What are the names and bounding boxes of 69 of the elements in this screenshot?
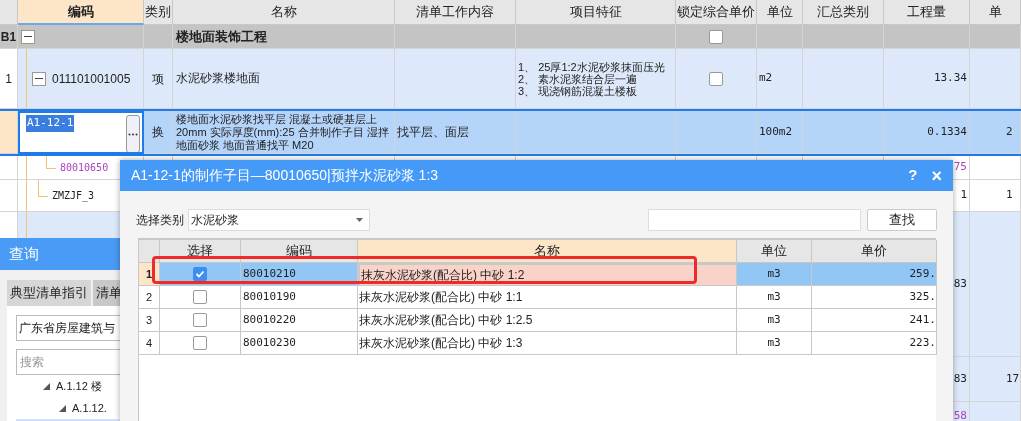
material-code: 80010650: [60, 161, 109, 175]
table-cell: 100m2: [757, 111, 803, 154]
checkbox[interactable]: [193, 267, 207, 281]
corner-cell: [0, 0, 18, 25]
checkbox[interactable]: [709, 29, 723, 44]
row-header: 3: [139, 309, 160, 332]
column-header[interactable]: 单: [970, 0, 1021, 25]
collapse-toggle[interactable]: [32, 71, 46, 86]
expand-arrow-icon[interactable]: [58, 404, 66, 412]
category-label: 选择类别: [136, 212, 184, 229]
column-header[interactable]: 单价: [812, 240, 937, 263]
table-cell[interactable]: 抹灰水泥砂浆(配合比) 中砂 1:3: [358, 332, 737, 355]
table-cell[interactable]: m3: [737, 332, 812, 355]
checkbox[interactable]: [193, 290, 207, 304]
column-header[interactable]: 类别: [144, 0, 173, 25]
table-cell: 楼地面水泥砂浆找平层 混凝土或硬基层上 20mm 实际厚度(mm):25 合并制作子目 湿拌地面砂浆 地面普通找平 M20: [173, 111, 395, 154]
table-cell[interactable]: [160, 332, 241, 355]
column-header[interactable]: 项目特征: [516, 0, 676, 25]
row-header: 1: [0, 49, 18, 109]
checkbox[interactable]: [193, 313, 207, 327]
row-header: 2: [139, 286, 160, 309]
dialog-title: A1-12-1的制作子目—80010650|预拌水泥砂浆 1:3: [131, 166, 440, 185]
table-cell[interactable]: m3: [737, 309, 812, 332]
checkbox[interactable]: [193, 336, 207, 350]
table-cell[interactable]: 223.: [812, 332, 937, 355]
table-cell[interactable]: 80010230: [241, 332, 358, 355]
column-header[interactable]: 名称: [173, 0, 395, 25]
selected-text: A1-12-1: [26, 115, 75, 132]
panel-tab[interactable]: 典型清单指引: [7, 280, 91, 306]
table-cell[interactable]: 241.: [812, 309, 937, 332]
table-cell[interactable]: 80010220: [241, 309, 358, 332]
checkbox[interactable]: [709, 71, 723, 86]
table-cell[interactable]: m3: [737, 263, 812, 286]
column-header[interactable]: 清单工作内容: [395, 0, 516, 25]
table-cell[interactable]: [160, 309, 241, 332]
find-field[interactable]: [648, 209, 861, 231]
more-icon: [128, 132, 138, 136]
table-cell[interactable]: 325.: [812, 286, 937, 309]
category-dropdown[interactable]: 水泥砂浆: [188, 209, 370, 231]
table-cell[interactable]: m3: [737, 286, 812, 309]
more-button[interactable]: [126, 115, 140, 152]
checkmark-icon: [195, 269, 205, 279]
column-header[interactable]: 单位: [757, 0, 803, 25]
column-header[interactable]: 工程量: [884, 0, 970, 25]
table-cell: 找平层、面层: [395, 111, 516, 154]
tree-item[interactable]: A.1.12.: [72, 399, 107, 417]
table-cell[interactable]: [160, 286, 241, 309]
code-field[interactable]: A1-12-1: [18, 111, 144, 154]
find-button[interactable]: 查找: [867, 209, 937, 231]
material-code: ZMZJF_3: [52, 189, 95, 203]
table-cell[interactable]: 259.: [812, 263, 937, 286]
table-cell: 换: [144, 111, 173, 154]
table-cell: 2: [970, 111, 1021, 154]
collapse-toggle[interactable]: [21, 29, 35, 44]
item-code: 011101001005: [52, 70, 131, 88]
column-header[interactable]: 汇总类别: [803, 0, 884, 25]
row-header: [0, 111, 18, 154]
table-cell[interactable]: 80010190: [241, 286, 358, 309]
column-header[interactable]: 锁定综合单价: [676, 0, 757, 25]
column-header[interactable]: 单位: [737, 240, 812, 263]
caret-icon: [356, 218, 363, 222]
expand-arrow-icon[interactable]: [42, 382, 50, 390]
table-cell: 0.1334: [884, 111, 970, 154]
table-cell[interactable]: 抹灰水泥砂浆(配合比) 中砂 1:2.5: [358, 309, 737, 332]
column-header[interactable]: 编码: [18, 0, 144, 25]
row-header: 4: [139, 332, 160, 355]
table-cell[interactable]: 抹灰水泥砂浆(配合比) 中砂 1:1: [358, 286, 737, 309]
tree-item[interactable]: A.1.12 楼: [56, 377, 102, 395]
row-header: B1: [0, 25, 18, 49]
